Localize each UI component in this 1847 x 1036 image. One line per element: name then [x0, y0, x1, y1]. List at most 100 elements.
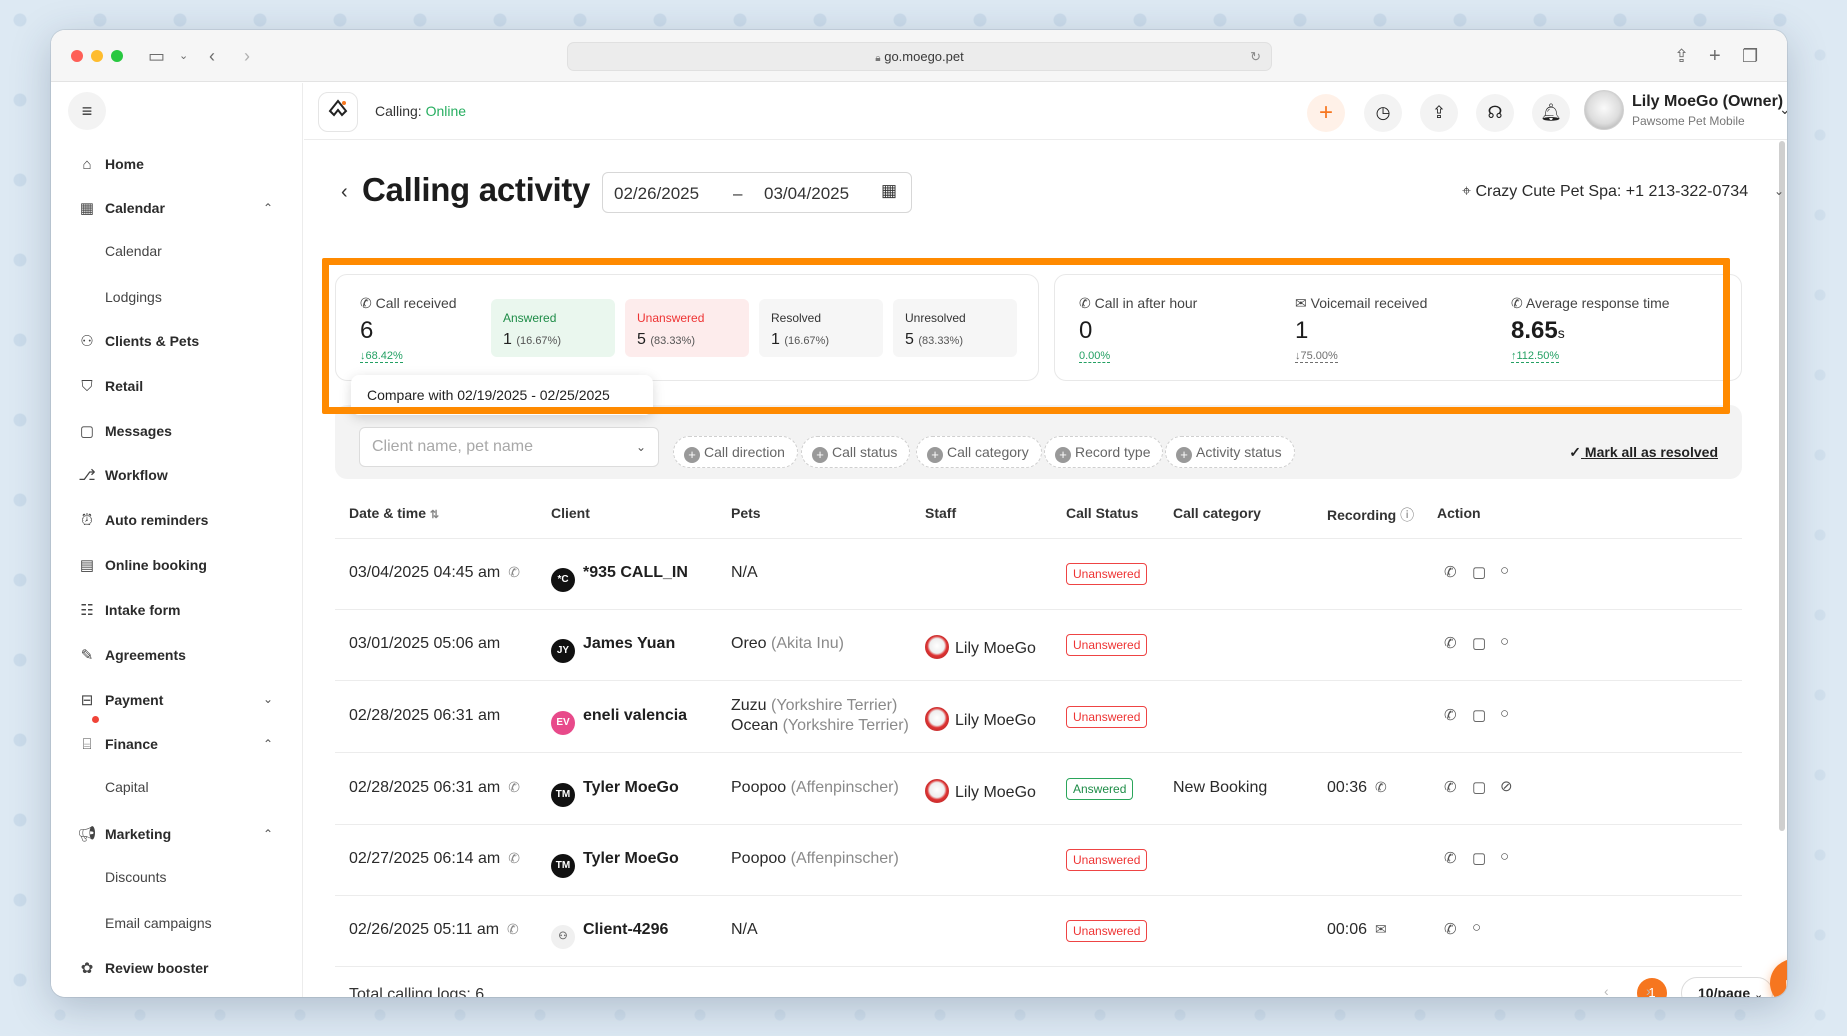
call-icon[interactable]: ✆	[1444, 706, 1457, 724]
sidebar-item-auto-reminders[interactable]: ⏰︎ Auto reminders	[77, 508, 208, 532]
sidebar-item-payment[interactable]: ⊟ Payment	[77, 688, 164, 712]
row-client[interactable]: TM Tyler MoeGo	[551, 850, 679, 878]
clients-icon: ⚇	[80, 333, 94, 350]
filter-record-type[interactable]: + Record type	[1044, 436, 1164, 468]
sidebar-subitem-discounts[interactable]: Discounts	[105, 869, 166, 885]
share-icon[interactable]: ⇪	[1674, 44, 1689, 68]
message-icon[interactable]: ▢	[1472, 563, 1486, 581]
scrollbar[interactable]	[1779, 141, 1785, 831]
sidebar-subitem-email-campaigns[interactable]: Email campaigns	[105, 915, 212, 931]
chevron-down-icon[interactable]: ⌄	[179, 44, 188, 68]
address-bar[interactable]: 🔒︎ go.moego.pet ↻	[567, 42, 1272, 71]
date-range-picker[interactable]: 02/26/2025 – 03/04/2025 ▦	[602, 172, 912, 213]
unresolved-box[interactable]: Unresolved 5 (83.33%)	[893, 299, 1017, 357]
chevron-up-icon[interactable]: ⌃	[263, 737, 273, 751]
menu-icon[interactable]: ≡	[68, 92, 106, 130]
row-client[interactable]: ⚇ Client-4296	[551, 921, 668, 949]
upload-icon[interactable]: ⇪	[1420, 94, 1458, 132]
sidebar-item-clients-pets[interactable]: ⚇ Clients & Pets	[77, 329, 199, 353]
phone-incoming-icon: ✆	[508, 850, 520, 866]
date-end[interactable]: 03/04/2025	[764, 184, 849, 204]
resolve-circle-icon[interactable]: ○	[1500, 705, 1509, 722]
bell-icon[interactable]: 🔔︎	[1532, 94, 1570, 132]
filter-activity-status[interactable]: + Activity status	[1165, 436, 1295, 468]
resolved-box[interactable]: Resolved 1 (16.67%)	[759, 299, 883, 357]
sidebar-toggle-icon[interactable]: ▭	[148, 44, 165, 68]
call-icon[interactable]: ✆	[1444, 778, 1457, 796]
call-icon[interactable]: ✆	[1444, 849, 1457, 867]
chevron-down-icon[interactable]: ⌄	[1774, 184, 1784, 198]
close-window-button[interactable]	[71, 50, 83, 62]
sidebar-item-retail[interactable]: ⛉ Retail	[77, 374, 143, 398]
sidebar-item-label: Marketing	[105, 826, 172, 842]
client-search-input[interactable]: Client name, pet name ⌄	[359, 427, 659, 467]
call-icon[interactable]: ✆	[1444, 920, 1457, 938]
new-tab-icon[interactable]: +	[1709, 44, 1721, 68]
prev-page-icon[interactable]: ‹	[1604, 983, 1609, 997]
message-icon[interactable]: ▢	[1472, 634, 1486, 652]
date-start[interactable]: 02/26/2025	[614, 184, 699, 204]
headset-icon[interactable]: ☊	[1476, 94, 1514, 132]
chevron-down-icon[interactable]: ⌄	[263, 692, 273, 706]
sidebar-item-workflow[interactable]: ⎇ Workflow	[77, 463, 167, 487]
resolve-circle-icon[interactable]: ○	[1472, 919, 1481, 936]
chat-support-icon[interactable]: ▭	[1770, 959, 1787, 997]
sidebar-item-calendar[interactable]: ▦ Calendar	[77, 196, 165, 220]
back-icon[interactable]: ‹	[209, 44, 215, 68]
filter-call-status[interactable]: + Call status	[801, 436, 911, 468]
user-name[interactable]: Lily MoeGo (Owner)	[1632, 93, 1783, 111]
back-arrow-icon[interactable]: ‹	[341, 181, 348, 204]
page-number-button[interactable]: 1	[1637, 978, 1667, 997]
page-size-select[interactable]: 10/page ⌄	[1681, 977, 1773, 997]
resolve-circle-icon[interactable]: ○	[1500, 848, 1509, 865]
filter-call-direction[interactable]: + Call direction	[673, 436, 798, 468]
forward-icon[interactable]: ›	[244, 44, 250, 68]
message-icon[interactable]: ▢	[1472, 849, 1486, 867]
message-icon[interactable]: ▢	[1472, 706, 1486, 724]
resolve-circle-icon[interactable]: ○	[1500, 633, 1509, 650]
mark-all-resolved-button[interactable]: ✓ Mark all as resolved	[1569, 444, 1718, 461]
chevron-up-icon[interactable]: ⌃	[263, 827, 273, 841]
app-logo[interactable]	[318, 92, 358, 132]
sidebar-item-marketing[interactable]: 📢︎ Marketing	[77, 822, 171, 846]
row-pets: N/A	[731, 564, 758, 581]
chevron-up-icon[interactable]: ⌃	[263, 201, 273, 215]
sidebar-item-label: Online booking	[105, 557, 207, 573]
calendar-icon[interactable]: ▦	[881, 181, 897, 201]
tabs-overview-icon[interactable]: ❐	[1742, 44, 1758, 68]
call-icon[interactable]: ✆	[1444, 634, 1457, 652]
sidebar-subitem-capital[interactable]: Capital	[105, 779, 149, 795]
sidebar-item-online-booking[interactable]: ▤ Online booking	[77, 553, 207, 577]
row-recording[interactable]: 00:06 ✉	[1327, 921, 1387, 939]
chevron-down-icon[interactable]: ⌄	[1779, 101, 1787, 118]
resolve-circle-icon[interactable]: ○	[1500, 562, 1509, 579]
row-client[interactable]: *C *935 CALL_IN	[551, 564, 688, 592]
sidebar-item-home[interactable]: ⌂ Home	[77, 152, 143, 176]
reload-icon[interactable]: ↻	[1250, 43, 1261, 70]
answered-box[interactable]: Answered 1 (16.67%)	[491, 299, 615, 357]
sidebar-item-messages[interactable]: ▢ Messages	[77, 419, 172, 443]
maximize-window-button[interactable]	[111, 50, 123, 62]
location-selector[interactable]: ⌖ Crazy Cute Pet Spa: +1 213-322-0734	[1462, 183, 1748, 201]
sidebar-subitem-lodgings[interactable]: Lodgings	[105, 289, 162, 305]
next-page-icon[interactable]: ›	[1646, 983, 1651, 997]
minimize-window-button[interactable]	[91, 50, 103, 62]
sidebar-item-finance[interactable]: ⌸ Finance	[77, 732, 157, 756]
clock-icon[interactable]: ◷	[1364, 94, 1402, 132]
unanswered-box[interactable]: Unanswered 5 (83.33%)	[625, 299, 749, 357]
row-recording[interactable]: 00:36 ✆	[1327, 779, 1387, 797]
message-icon[interactable]: ▢	[1472, 778, 1486, 796]
sidebar-subitem-calendar[interactable]: Calendar	[105, 243, 162, 259]
row-client[interactable]: EV eneli valencia	[551, 707, 687, 735]
header-date-time[interactable]: Date & time ⇅	[349, 505, 439, 521]
avatar[interactable]	[1584, 90, 1624, 130]
sidebar-item-intake-form[interactable]: ☷ Intake form	[77, 598, 180, 622]
call-icon[interactable]: ✆	[1444, 563, 1457, 581]
resolved-check-icon[interactable]: ⊘	[1500, 777, 1513, 795]
sidebar-item-agreements[interactable]: ✎ Agreements	[77, 643, 186, 667]
row-client[interactable]: JY James Yuan	[551, 635, 675, 663]
add-icon[interactable]: +	[1307, 94, 1345, 132]
filter-call-category[interactable]: + Call category	[916, 436, 1042, 468]
sidebar-item-review-booster[interactable]: ✿ Review booster	[77, 956, 209, 980]
row-client[interactable]: TM Tyler MoeGo	[551, 779, 679, 807]
